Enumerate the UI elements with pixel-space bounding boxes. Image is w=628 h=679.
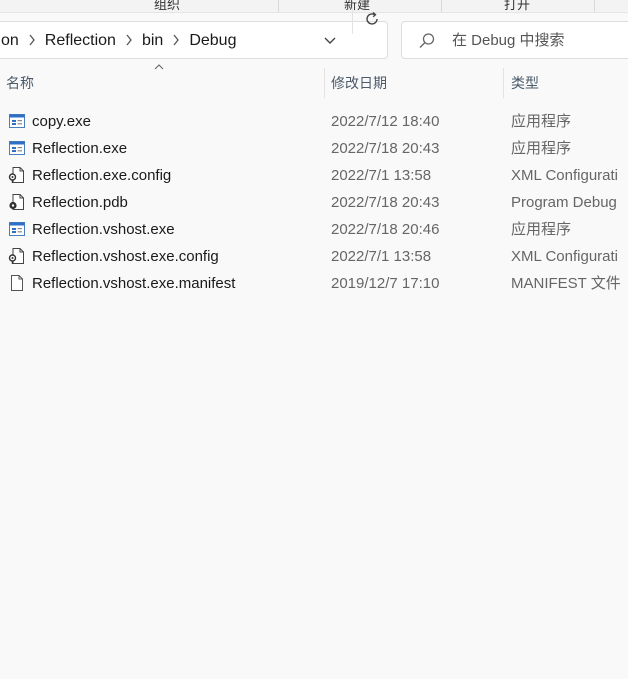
file-modified-date: 2019/12/7 17:10 bbox=[331, 275, 440, 292]
file-name[interactable]: Reflection.vshost.exe bbox=[32, 216, 175, 243]
file-row[interactable]: Reflection.exe.config 2022/7/1 13:58 XML C… bbox=[0, 162, 628, 189]
file-name[interactable]: Reflection.exe.config bbox=[32, 162, 171, 189]
column-header-row: 名称 修改日期 类型 bbox=[0, 64, 628, 100]
ribbon-divider bbox=[594, 0, 595, 12]
file-modified-date: 2022/7/1 13:58 bbox=[331, 167, 432, 184]
file-row[interactable]: Reflection.exe 2022/7/18 20:43 应用程序 bbox=[0, 135, 628, 162]
file-modified-date: 2022/7/1 13:58 bbox=[331, 248, 432, 265]
file-row[interactable]: copy.exe 2022/7/12 18:40 应用程序 bbox=[0, 108, 628, 135]
column-divider[interactable] bbox=[503, 68, 504, 98]
file-row[interactable]: Reflection.vshost.exe 2022/7/18 20:46 应用程序 bbox=[0, 216, 628, 243]
column-divider[interactable] bbox=[324, 68, 325, 98]
column-header-type[interactable]: 类型 bbox=[511, 66, 628, 100]
blank-file-icon bbox=[8, 274, 26, 292]
address-divider bbox=[352, 4, 353, 34]
chevron-right-icon[interactable] bbox=[167, 34, 185, 49]
file-type: 应用程序 bbox=[511, 113, 572, 130]
file-name[interactable]: Reflection.vshost.exe.config bbox=[32, 243, 219, 270]
column-header-date[interactable]: 修改日期 bbox=[331, 66, 496, 100]
breadcrumb-item[interactable]: Reflection bbox=[41, 32, 120, 50]
file-type: Program Debug bbox=[511, 194, 617, 211]
search-icon bbox=[419, 33, 435, 48]
exe-icon bbox=[8, 112, 26, 130]
file-name[interactable]: Reflection.pdb bbox=[32, 189, 128, 216]
search-input[interactable]: 在 Debug 中搜索 bbox=[401, 21, 628, 59]
chevron-right-icon[interactable] bbox=[23, 34, 41, 49]
file-modified-date: 2022/7/18 20:43 bbox=[331, 194, 440, 211]
breadcrumb-item[interactable]: on bbox=[0, 32, 23, 50]
exe-icon bbox=[8, 220, 26, 238]
column-header-name[interactable]: 名称 bbox=[6, 66, 316, 100]
config-icon bbox=[8, 247, 26, 265]
file-type: XML Configurati bbox=[511, 167, 618, 184]
chevron-down-icon bbox=[324, 37, 336, 44]
address-bar[interactable]: on Reflection bin Debug bbox=[0, 21, 388, 59]
config-icon bbox=[8, 166, 26, 184]
ribbon-toolbar: 组织 新建 打开 bbox=[0, 0, 628, 13]
file-name[interactable]: copy.exe bbox=[32, 108, 91, 135]
ribbon-group-open[interactable]: 打开 bbox=[470, 0, 564, 12]
search-placeholder: 在 Debug 中搜索 bbox=[452, 32, 565, 49]
file-modified-date: 2022/7/18 20:46 bbox=[331, 221, 440, 238]
file-type: MANIFEST 文件 bbox=[511, 275, 621, 292]
chevron-right-icon[interactable] bbox=[120, 34, 138, 49]
ribbon-divider bbox=[278, 0, 279, 12]
exe-icon bbox=[8, 139, 26, 157]
breadcrumb-item[interactable]: Debug bbox=[185, 32, 240, 50]
file-row[interactable]: Reflection.pdb 2022/7/18 20:43 Program Deb… bbox=[0, 189, 628, 216]
file-modified-date: 2022/7/18 20:43 bbox=[331, 140, 440, 157]
file-type: 应用程序 bbox=[511, 140, 572, 157]
file-name[interactable]: Reflection.vshost.exe.manifest bbox=[32, 270, 235, 297]
file-name[interactable]: Reflection.exe bbox=[32, 135, 127, 162]
refresh-button[interactable] bbox=[356, 0, 388, 38]
ribbon-group-organize[interactable]: 组织 bbox=[120, 0, 214, 12]
file-type: 应用程序 bbox=[511, 221, 572, 238]
refresh-icon bbox=[366, 11, 378, 25]
address-history-dropdown[interactable] bbox=[315, 22, 345, 60]
file-row[interactable]: Reflection.vshost.exe.manifest 2019/12/7 … bbox=[0, 270, 628, 297]
pdb-icon bbox=[8, 193, 26, 211]
file-modified-date: 2022/7/12 18:40 bbox=[331, 113, 440, 130]
breadcrumb-item[interactable]: bin bbox=[138, 32, 167, 50]
breadcrumb: on Reflection bin Debug bbox=[0, 22, 240, 60]
ribbon-divider bbox=[441, 0, 442, 12]
file-type: XML Configurati bbox=[511, 248, 618, 265]
file-row[interactable]: Reflection.vshost.exe.config 2022/7/1 13:… bbox=[0, 243, 628, 270]
